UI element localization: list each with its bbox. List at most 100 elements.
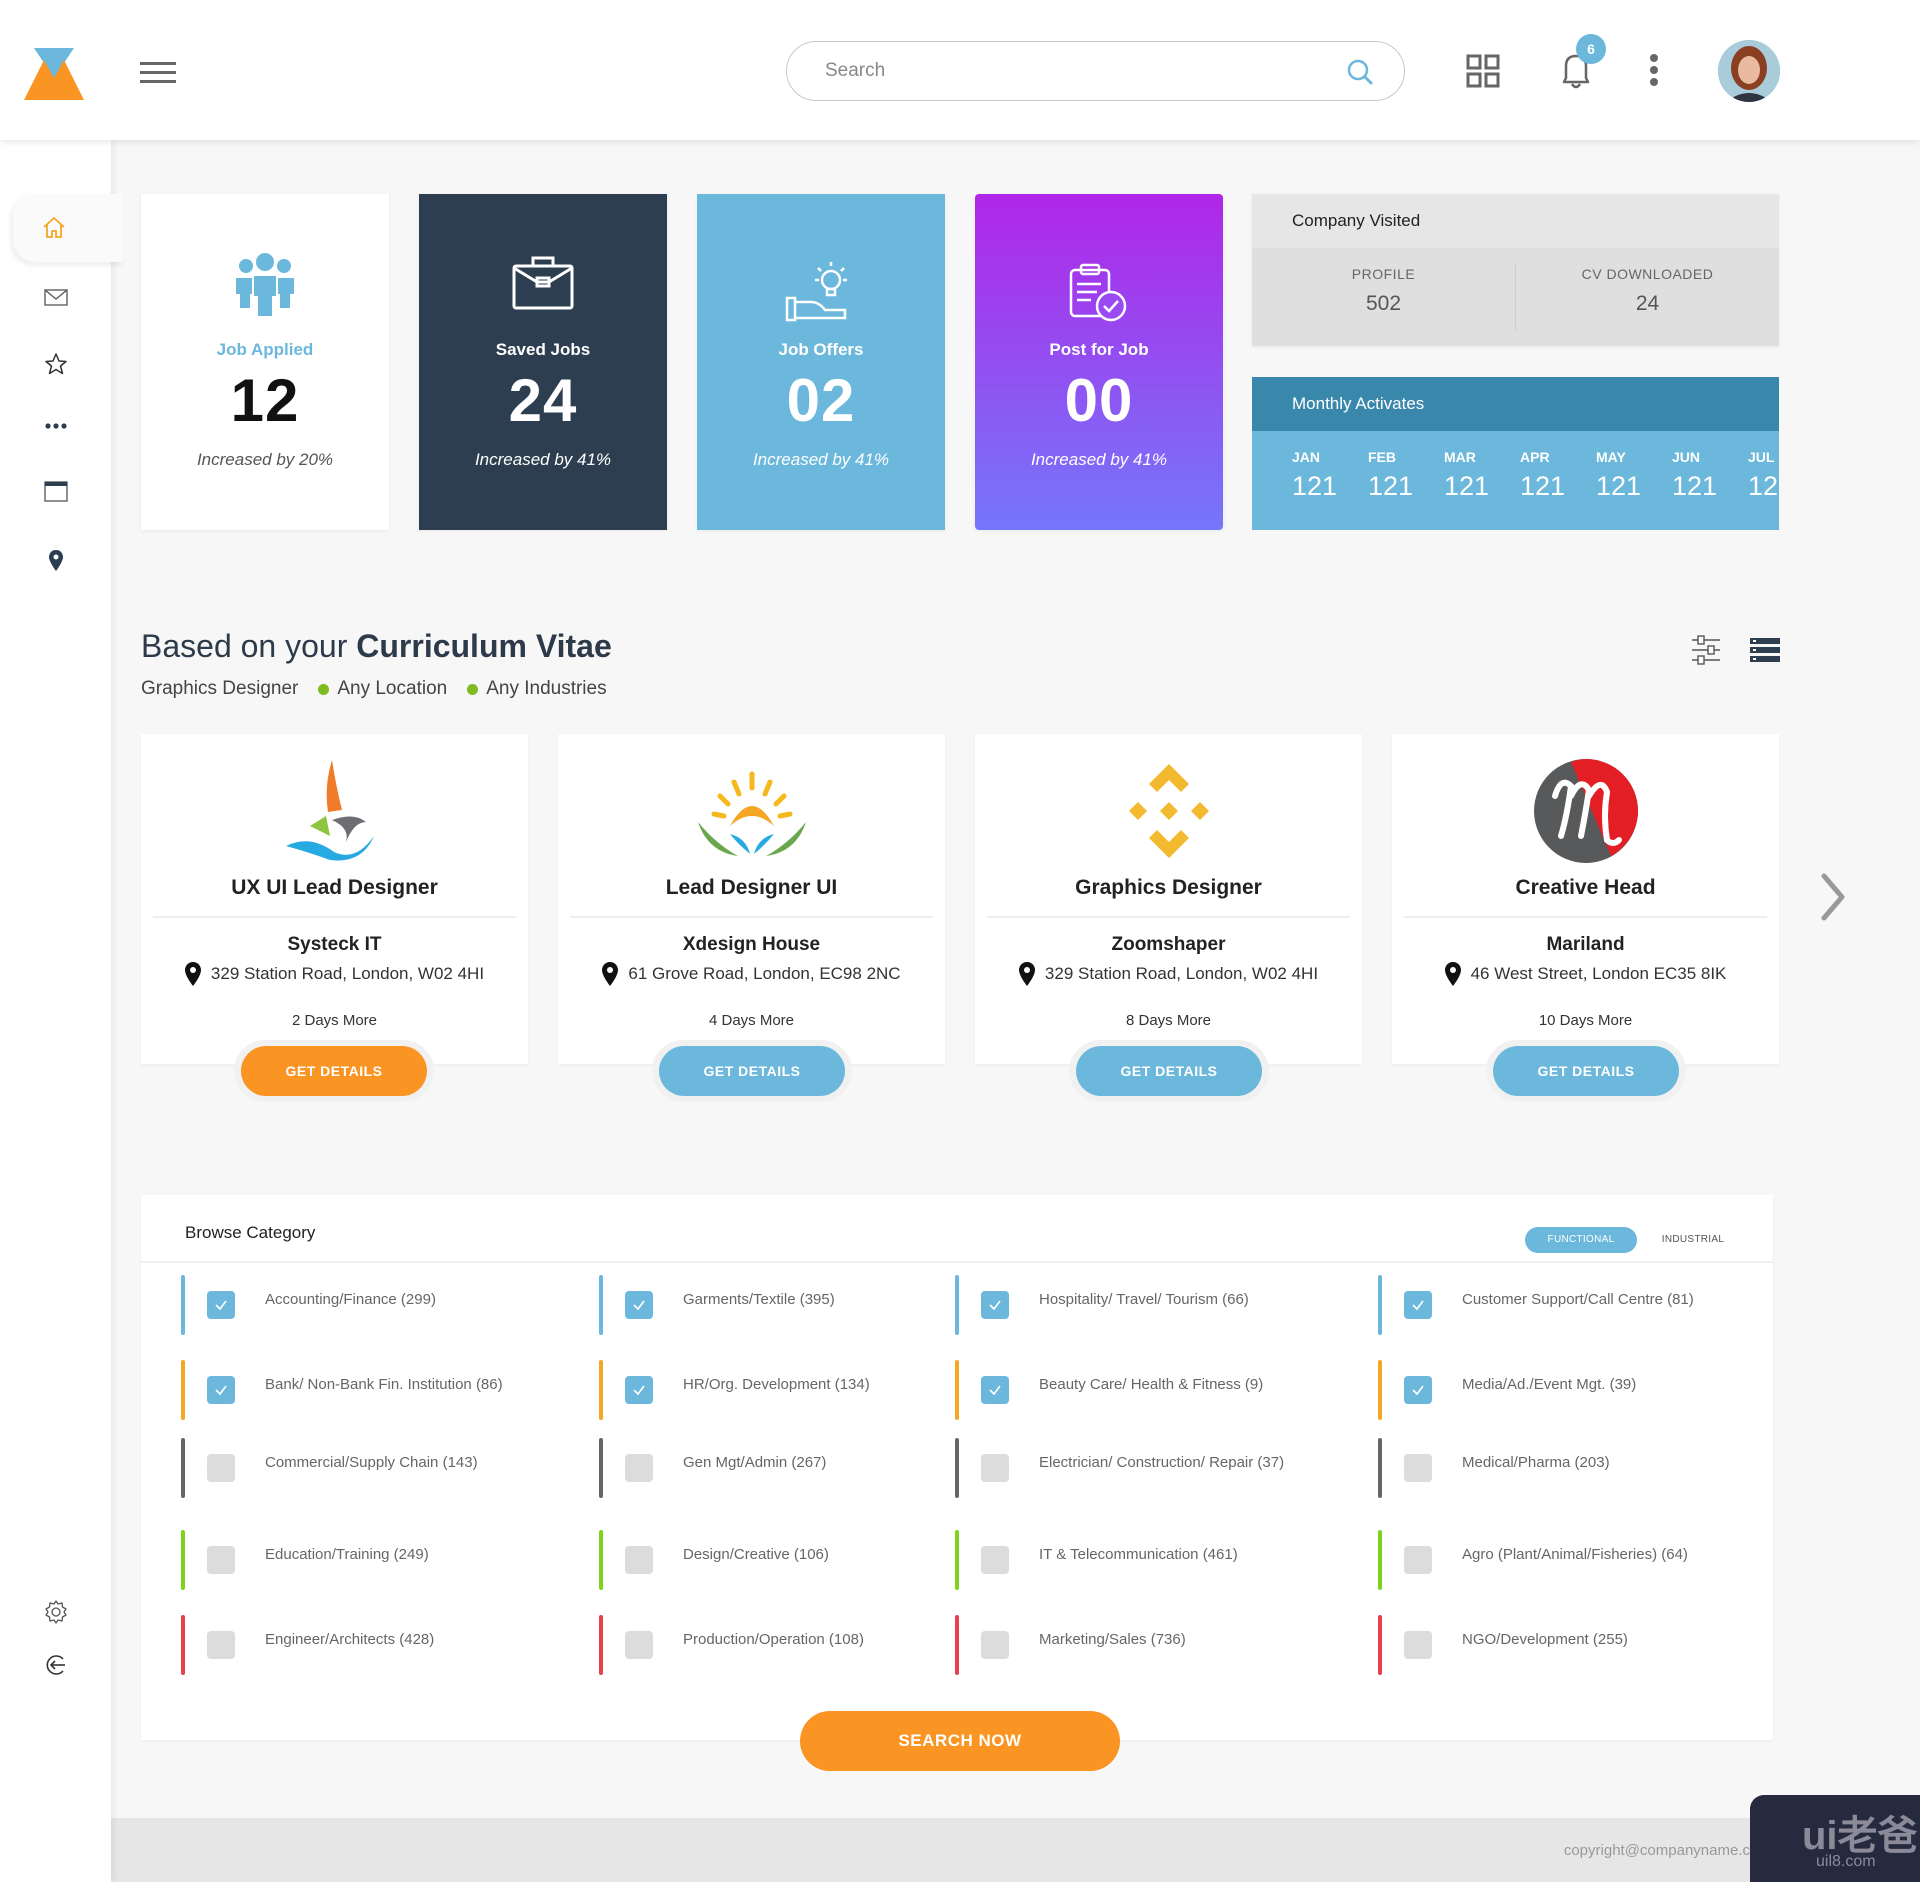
job-card[interactable]: UX UI Lead Designer Systeck IT 329 Stati…: [141, 734, 528, 1064]
category-item[interactable]: Design/Creative (106): [599, 1530, 829, 1590]
filter-sliders-icon[interactable]: [1690, 634, 1722, 666]
search-icon[interactable]: [1346, 58, 1374, 86]
category-checkbox[interactable]: [625, 1454, 653, 1482]
category-item[interactable]: Accounting/Finance (299): [181, 1275, 436, 1335]
category-checkbox[interactable]: [1404, 1546, 1432, 1574]
category-checkbox[interactable]: [981, 1376, 1009, 1404]
chevron-right-icon[interactable]: [1818, 872, 1848, 922]
get-details-button[interactable]: GET DETAILS: [1076, 1046, 1262, 1096]
month-name: APR: [1520, 449, 1550, 465]
category-item[interactable]: IT & Telecommunication (461): [955, 1530, 1238, 1590]
category-checkbox[interactable]: [207, 1631, 235, 1659]
month-name: JAN: [1292, 449, 1321, 465]
job-title[interactable]: Lead Designer UI: [558, 876, 945, 900]
category-item[interactable]: Hospitality/ Travel/ Tourism (66): [955, 1275, 1249, 1335]
category-item[interactable]: Bank/ Non-Bank Fin. Institution (86): [181, 1360, 503, 1420]
apps-grid-icon[interactable]: [1466, 54, 1500, 88]
sidebar-item-location[interactable]: [0, 536, 111, 586]
stat-card-job-applied[interactable]: Job Applied 12 Increased by 20%: [141, 194, 389, 530]
user-avatar[interactable]: [1718, 40, 1780, 102]
get-details-wrap: GET DETAILS: [1486, 1040, 1686, 1102]
sidebar-item-calendar[interactable]: [0, 466, 111, 516]
menu-toggle-button[interactable]: [140, 62, 176, 84]
search-now-button[interactable]: SEARCH NOW: [800, 1711, 1120, 1771]
checkmark-icon: [989, 1385, 1001, 1396]
location-pin-icon: [1444, 962, 1461, 986]
more-options-icon[interactable]: [1646, 54, 1662, 90]
category-checkbox[interactable]: [1404, 1291, 1432, 1319]
category-checkbox[interactable]: [625, 1376, 653, 1404]
sidebar-item-logout[interactable]: [0, 1640, 111, 1690]
category-checkbox[interactable]: [981, 1454, 1009, 1482]
job-title[interactable]: UX UI Lead Designer: [141, 876, 528, 900]
category-item[interactable]: Media/Ad./Event Mgt. (39): [1378, 1360, 1636, 1420]
filter-role[interactable]: Graphics Designer: [141, 678, 298, 700]
category-item[interactable]: NGO/Development (255): [1378, 1615, 1628, 1675]
sidebar-item-settings[interactable]: [0, 1587, 111, 1637]
sidebar: [0, 140, 123, 1882]
category-checkbox[interactable]: [1404, 1376, 1432, 1404]
category-item[interactable]: Garments/Textile (395): [599, 1275, 835, 1335]
filter-industries[interactable]: Any Industries: [486, 678, 606, 700]
sidebar-item-favorites[interactable]: [0, 339, 111, 389]
category-label: IT & Telecommunication (461): [1039, 1545, 1238, 1563]
category-checkbox[interactable]: [1404, 1454, 1432, 1482]
category-item[interactable]: Electrician/ Construction/ Repair (37): [955, 1438, 1284, 1498]
months-row[interactable]: JAN 121 FEB 121 MAR 121 APR 121 MAY 121 JUN 12…: [1292, 449, 1779, 502]
stat-card-saved-jobs[interactable]: Saved Jobs 24 Increased by 41%: [419, 194, 667, 530]
category-checkbox[interactable]: [981, 1546, 1009, 1574]
category-item[interactable]: Education/Training (249): [181, 1530, 429, 1590]
category-checkbox[interactable]: [207, 1376, 235, 1404]
category-checkbox[interactable]: [1404, 1631, 1432, 1659]
logo[interactable]: [24, 48, 84, 102]
category-checkbox[interactable]: [981, 1291, 1009, 1319]
browse-category-panel: Browse Category FUNCTIONAL INDUSTRIAL Ac…: [141, 1195, 1773, 1740]
list-view-icon[interactable]: [1750, 638, 1780, 662]
job-title[interactable]: Creative Head: [1392, 876, 1779, 900]
get-details-button[interactable]: GET DETAILS: [659, 1046, 845, 1096]
category-color-bar: [599, 1615, 603, 1675]
category-checkbox[interactable]: [207, 1546, 235, 1574]
category-item[interactable]: HR/Org. Development (134): [599, 1360, 870, 1420]
category-item[interactable]: Customer Support/Call Centre (81): [1378, 1275, 1694, 1335]
category-checkbox[interactable]: [625, 1291, 653, 1319]
filter-location[interactable]: Any Location: [337, 678, 447, 700]
search-input[interactable]: [825, 42, 1305, 100]
job-title[interactable]: Graphics Designer: [975, 876, 1362, 900]
sidebar-item-more[interactable]: [0, 401, 111, 451]
get-details-button[interactable]: GET DETAILS: [1493, 1046, 1679, 1096]
company-visited-title: Company Visited: [1252, 194, 1779, 248]
category-item[interactable]: Agro (Plant/Animal/Fisheries) (64): [1378, 1530, 1688, 1590]
category-item[interactable]: Gen Mgt/Admin (267): [599, 1438, 826, 1498]
category-item[interactable]: Commercial/Supply Chain (143): [181, 1438, 478, 1498]
category-color-bar: [955, 1438, 959, 1498]
stat-card-post-for-job[interactable]: Post for Job 00 Increased by 41%: [975, 194, 1223, 530]
category-checkbox[interactable]: [207, 1454, 235, 1482]
sidebar-item-home[interactable]: [13, 194, 123, 262]
stat-card-job-offers[interactable]: Job Offers 02 Increased by 41%: [697, 194, 945, 530]
company-logo-diamond: [1128, 764, 1209, 858]
job-card[interactable]: Lead Designer UI Xdesign House 61 Grove …: [558, 734, 945, 1064]
sidebar-item-mail[interactable]: [0, 272, 111, 322]
category-checkbox[interactable]: [207, 1291, 235, 1319]
category-label: Agro (Plant/Animal/Fisheries) (64): [1462, 1545, 1688, 1563]
tab-functional[interactable]: FUNCTIONAL: [1525, 1227, 1637, 1253]
category-item[interactable]: Engineer/Architects (428): [181, 1615, 434, 1675]
category-item[interactable]: Production/Operation (108): [599, 1615, 864, 1675]
category-label: Marketing/Sales (736): [1039, 1630, 1186, 1648]
search-box[interactable]: [786, 41, 1405, 101]
tab-industrial[interactable]: INDUSTRIAL: [1653, 1227, 1733, 1253]
stat-note: Increased by 41%: [1030, 450, 1168, 469]
job-card[interactable]: Creative Head Mariland 46 West Street, L…: [1392, 734, 1779, 1064]
category-checkbox[interactable]: [981, 1631, 1009, 1659]
stat-label: Post for Job: [1049, 340, 1149, 359]
category-checkbox[interactable]: [625, 1546, 653, 1574]
category-color-bar: [599, 1275, 603, 1335]
category-item[interactable]: Marketing/Sales (736): [955, 1615, 1186, 1675]
get-details-button[interactable]: GET DETAILS: [241, 1046, 427, 1096]
category-item[interactable]: Beauty Care/ Health & Fitness (9): [955, 1360, 1263, 1420]
category-checkbox[interactable]: [625, 1631, 653, 1659]
job-card[interactable]: Graphics Designer Zoomshaper 329 Station…: [975, 734, 1362, 1064]
category-item[interactable]: Medical/Pharma (203): [1378, 1438, 1610, 1498]
stat-note: Increased by 41%: [752, 450, 890, 469]
